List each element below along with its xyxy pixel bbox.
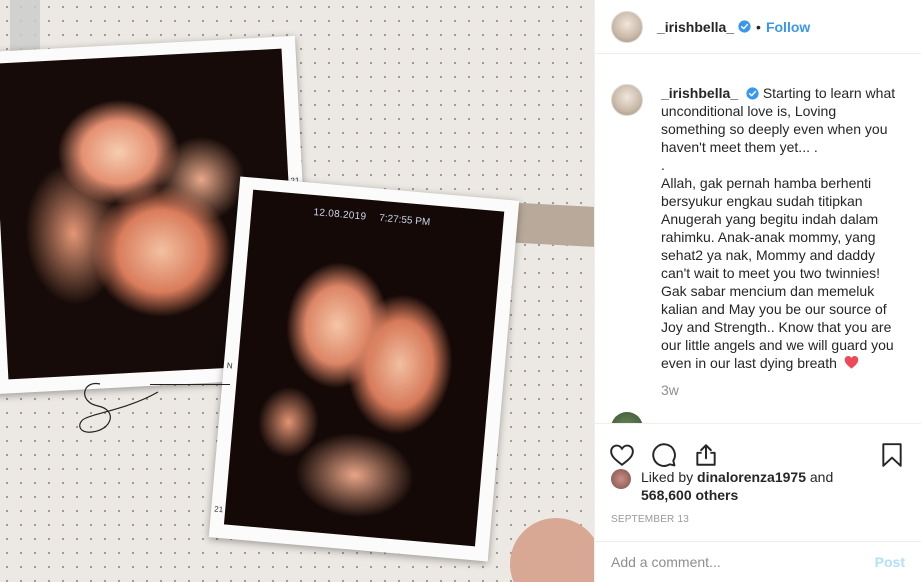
- follow-button[interactable]: Follow: [766, 19, 810, 35]
- caption-line: Allah, gak pernah hamba berhenti: [661, 175, 872, 191]
- comment-input[interactable]: [611, 554, 875, 570]
- signature-doodle: [79, 383, 159, 433]
- decorative-circle: [510, 518, 594, 582]
- post-comment-button[interactable]: Post: [875, 554, 905, 570]
- scan-time: 7:27:55 PM: [378, 212, 431, 229]
- verified-badge-icon: [738, 20, 751, 33]
- caption-username[interactable]: _irishbella_: [661, 85, 738, 101]
- add-comment-bar: Post: [595, 541, 921, 582]
- caption-line: bersyukur engkau sudah titipkan: [661, 193, 863, 209]
- post-side-panel: _irishbella_ • Follow _irishbella_ Start…: [594, 0, 921, 582]
- caption-line: our little angels and we will guard you: [661, 337, 894, 353]
- signature-line: [150, 384, 230, 385]
- likes-and: and: [809, 469, 834, 485]
- caption-line: Anugerah yang begitu indah dalam: [661, 211, 879, 227]
- likes-count[interactable]: 568,600 others: [641, 487, 738, 503]
- liker-username[interactable]: dinalorenza1975: [697, 469, 806, 485]
- comment-bubble-icon[interactable]: [651, 442, 677, 468]
- caption-line: kalian and May you be our source of: [661, 301, 887, 317]
- likes-prefix: Liked by: [641, 469, 694, 485]
- post-date[interactable]: SEPTEMBER 13: [611, 514, 689, 525]
- caption-line: sehat2 ya nak, Mommy and daddy: [661, 247, 876, 263]
- caption-line: unconditional love is, Loving: [661, 103, 837, 119]
- ultrasound-image-2: 12.08.2019 7:27:55 PM: [223, 189, 505, 547]
- caption-line: haven't meet them yet... .: [661, 139, 818, 155]
- caption-line: Gak sabar mencium dan memeluk: [661, 283, 875, 299]
- caption-line: rahimku. Anak-anak mommy, yang: [661, 229, 876, 245]
- next-comment-partial: [611, 412, 643, 423]
- scan-date: 12.08.2019: [312, 207, 367, 223]
- caption-line: even in our last dying breath: [661, 355, 837, 371]
- caption-time-ago[interactable]: 3w: [661, 382, 907, 398]
- avatar[interactable]: [611, 412, 643, 423]
- tape-decoration-right: [507, 202, 594, 248]
- avatar[interactable]: [611, 10, 643, 43]
- caption-line: .: [661, 157, 665, 173]
- likes-summary: Liked by dinalorenza1975 and 568,600 oth…: [611, 468, 833, 504]
- caption-line: Starting to learn what: [762, 85, 896, 101]
- comments-section[interactable]: _irishbella_ Starting to learn what unco…: [595, 60, 921, 423]
- liker-avatar[interactable]: [611, 469, 631, 489]
- like-heart-icon[interactable]: [609, 442, 635, 468]
- edge-mark: 21: [213, 504, 224, 515]
- avatar[interactable]: [611, 84, 643, 116]
- share-icon[interactable]: [693, 442, 719, 468]
- caption-line: something so deeply even when you: [661, 121, 888, 137]
- red-heart-icon: [844, 355, 859, 369]
- verified-badge-icon: [746, 87, 759, 100]
- caption-line: Joy and Strength.. Know that you are: [661, 319, 892, 335]
- caption: _irishbella_ Starting to learn what unco…: [611, 84, 907, 372]
- caption-text: _irishbella_ Starting to learn what unco…: [661, 84, 907, 372]
- header-username[interactable]: _irishbella_: [657, 19, 734, 35]
- edge-mark: N: [226, 361, 233, 371]
- post-header: _irishbella_ • Follow: [595, 0, 921, 54]
- header-separator: •: [756, 18, 761, 35]
- ultrasound-polaroid-2: 12.08.2019 7:27:55 PM N 21: [208, 176, 520, 562]
- post-photo[interactable]: 21 0 12.08.2019 7:27:55 PM N 21: [0, 0, 594, 582]
- save-bookmark-icon[interactable]: [879, 442, 905, 468]
- caption-line: can't wait to meet you two twinnies!: [661, 265, 880, 281]
